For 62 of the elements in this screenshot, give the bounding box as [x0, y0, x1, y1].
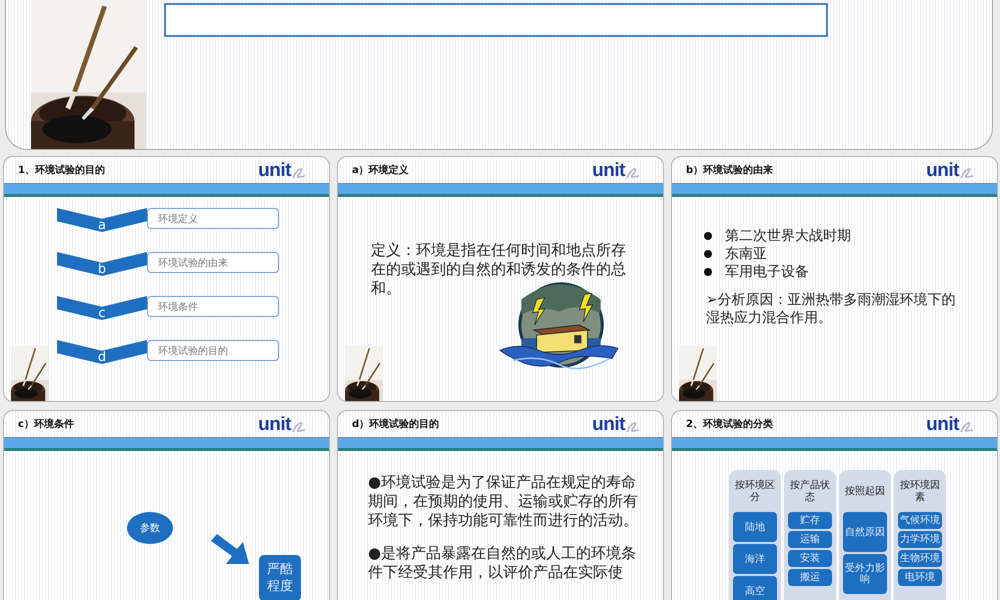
- swoosh-icon: [959, 420, 975, 434]
- slide-thumbnail[interactable]: d）环境试验的目的 unit ●环境试验是为了保证产品在规定的寿命期间，在预期的使用、运输或贮存的所有环境下，保持功能可靠性而进行的活动。 ●是将产品暴露在自然的或人工的环境条件下经受其作用，以评价产品在实际使: [337, 410, 664, 600]
- bullet-icon: [704, 268, 712, 276]
- paragraph-text: ●是将产品暴露在自然的或人工的环境条件下经受其作用，以评价产品在实际使: [368, 544, 638, 582]
- item-text: 环境定义: [158, 212, 198, 226]
- arrow-icon: [211, 534, 251, 566]
- column-header: 按环境因素: [899, 478, 941, 505]
- category-box: 安装: [788, 550, 832, 567]
- bullet-icon: [704, 232, 712, 240]
- slide-thumbnail[interactable]: a）环境定义 unit 定义：环境是指在任何时间和地点所存在的或遇到的自然的和诱发的条件的总和。: [337, 156, 664, 402]
- swoosh-icon: [625, 166, 641, 180]
- chevron-label: a: [57, 208, 147, 232]
- column-header: 按产品状态: [789, 478, 831, 505]
- logo-text: unit: [926, 160, 959, 180]
- item-text: 环境试验的由来: [158, 256, 228, 270]
- chevron-label: c: [57, 296, 147, 320]
- category-box: 高空: [733, 576, 777, 600]
- slide-title: d）环境试验的目的: [352, 417, 440, 431]
- logo-text: unit: [592, 160, 625, 180]
- category-box: 自然原因: [843, 512, 887, 552]
- category-box: 海洋: [733, 544, 777, 574]
- category-box: 受外力影响: [843, 554, 887, 594]
- logo-text: unit: [592, 414, 625, 434]
- slide-title: 2、环境试验的分类: [686, 417, 773, 431]
- note-text: ➢分析原因：亚洲热带多雨潮湿环境下的湿热应力混合作用。: [706, 291, 957, 327]
- bullet-text: 第二次世界大战时期: [725, 227, 851, 245]
- swoosh-icon: [291, 166, 307, 180]
- category-box: 搬运: [788, 569, 832, 586]
- slide-thumbnail[interactable]: c）环境条件 unit 参数 严酷程度: [3, 410, 330, 600]
- swoosh-icon: [291, 420, 307, 434]
- item-text: 环境条件: [158, 300, 198, 314]
- category-box: 生物环境: [898, 550, 942, 567]
- slide-title: a）环境定义: [352, 163, 409, 177]
- category-box: 气候环境: [898, 512, 942, 529]
- slide-title: c）环境条件: [18, 417, 74, 431]
- category-box: 贮存: [788, 512, 832, 529]
- logo-text: unit: [258, 414, 291, 434]
- logo-text: unit: [926, 414, 959, 434]
- category-box: 运输: [788, 531, 832, 548]
- bullet-text: 东南亚: [725, 245, 767, 263]
- bullet-icon: [704, 250, 712, 258]
- slide-title: 1、环境试验的目的: [18, 163, 105, 177]
- bullet-text: 军用电子设备: [725, 263, 809, 281]
- swoosh-icon: [625, 420, 641, 434]
- column-header: 按环境区分: [734, 478, 776, 505]
- item-text: 环境试验的目的: [158, 344, 228, 358]
- slide-thumbnail[interactable]: b）环境试验的由来 unit 第二次世界大战时期 东南亚 军用电子设备 ➢分析原因：亚洲热带多雨潮湿环境下的湿热应力混合作用。: [671, 156, 998, 402]
- category-box: 力学环境: [898, 531, 942, 548]
- parameter-ellipse: 参数: [127, 512, 173, 544]
- severity-box: 严酷程度: [259, 555, 301, 600]
- slide-thumbnail[interactable]: 2、环境试验的分类 unit 按环境区分 陆地 海洋 高空 按产品状态 贮存 运输 安装 搬运 按照起因 自然原因 受外力影响 按环境因素 气候环境 力学环境 生物环境 电环境: [671, 410, 998, 600]
- category-box: 电环境: [898, 569, 942, 586]
- column-header: 按照起因: [845, 484, 885, 499]
- definition-text: 定义：环境是指在任何时间和地点所存在的或遇到的自然的和诱发的条件的总和。: [371, 241, 627, 298]
- swoosh-icon: [959, 166, 975, 180]
- logo-text: unit: [258, 160, 291, 180]
- chevron-label: b: [57, 252, 147, 276]
- slide-title: b）环境试验的由来: [686, 163, 774, 177]
- chevron-label: d: [57, 340, 147, 364]
- category-box: 陆地: [733, 512, 777, 542]
- slide-thumbnail[interactable]: 1、环境试验的目的 unit a 环境定义 b 环境试验的由来 c 环境条件 d 环境试验的目的: [3, 156, 330, 402]
- paragraph-text: ●环境试验是为了保证产品在规定的寿命期间，在预期的使用、运输或贮存的所有环境下，保持功能可靠性而进行的活动。: [368, 473, 638, 530]
